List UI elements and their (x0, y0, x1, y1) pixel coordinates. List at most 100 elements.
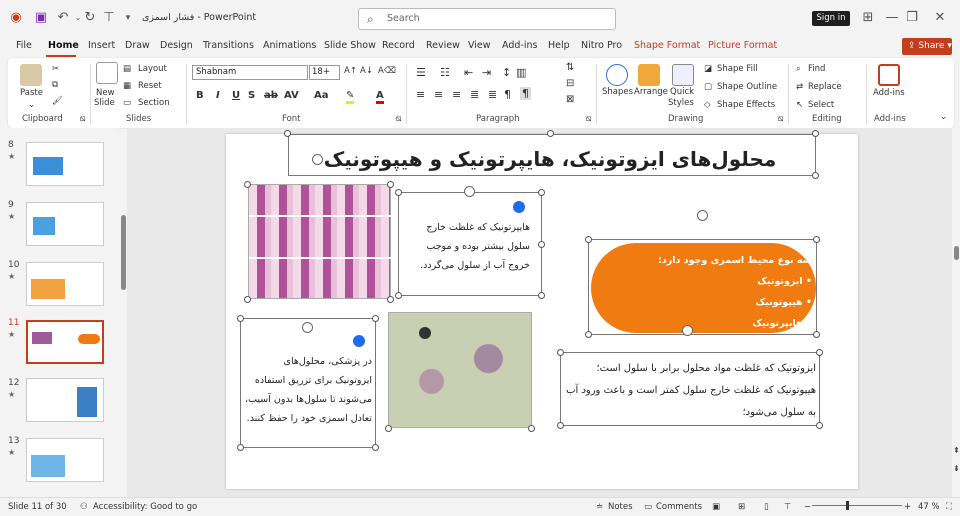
quick-styles-button[interactable]: Styles (668, 98, 694, 108)
shape-fill-button[interactable]: Shape Fill (717, 64, 758, 74)
paste-dropdown-icon[interactable]: ⌄ (28, 100, 35, 110)
tab-animations[interactable]: Animations (263, 40, 316, 51)
slide-thumbnail-13[interactable] (26, 438, 104, 482)
line-spacing-icon[interactable]: ↕ (502, 66, 511, 79)
rotate-handle-icon[interactable] (682, 325, 693, 336)
shape-outline-button[interactable]: Shape Outline (717, 82, 777, 92)
resize-handle[interactable] (244, 181, 251, 188)
shadow-icon[interactable]: S (248, 90, 255, 101)
resize-handle[interactable] (585, 331, 592, 338)
slide-thumbnail-10[interactable] (26, 262, 104, 306)
resize-handle[interactable] (538, 241, 545, 248)
resize-handle[interactable] (538, 189, 545, 196)
tab-review[interactable]: Review (426, 40, 460, 51)
resize-handle[interactable] (395, 189, 402, 196)
save-icon[interactable]: ▣ (33, 10, 49, 26)
smartart-icon[interactable]: ⊠ (566, 94, 574, 105)
tab-addins[interactable]: Add-ins (502, 40, 537, 51)
shapes-button[interactable]: Shapes (602, 87, 633, 97)
resize-handle[interactable] (244, 296, 251, 303)
zoom-in-icon[interactable]: + (904, 502, 911, 512)
rotate-handle-icon[interactable] (302, 322, 313, 333)
zoom-slider-thumb[interactable] (846, 501, 849, 510)
resize-handle[interactable] (395, 292, 402, 299)
cut-icon[interactable]: ✂ (52, 64, 59, 74)
clipboard-launcher-icon[interactable]: ⧅ (80, 114, 85, 124)
align-text-icon[interactable]: ⊟ (566, 78, 574, 89)
decrease-indent-icon[interactable]: ⇤ (464, 66, 473, 79)
resize-handle[interactable] (585, 236, 592, 243)
strikethrough-icon[interactable]: ab (264, 90, 278, 101)
adjust-handle-icon[interactable] (353, 335, 365, 347)
resize-handle[interactable] (385, 425, 392, 432)
hypertonic-text[interactable]: هایپرتونیک که غلظت خارج سلول بیشتر بوده … (408, 218, 530, 275)
decrease-font-icon[interactable]: A↓ (360, 66, 373, 76)
rotate-handle-icon[interactable] (697, 210, 708, 221)
tab-home[interactable]: Home (48, 40, 79, 51)
cell-image-hypertonic[interactable] (248, 184, 392, 299)
resize-handle[interactable] (813, 331, 820, 338)
shapes-icon[interactable] (606, 64, 628, 86)
tab-shape-format[interactable]: Shape Format (634, 40, 700, 51)
new-slide-label[interactable]: New (96, 88, 115, 98)
font-color-icon[interactable]: A (376, 90, 384, 104)
italic-icon[interactable]: I (216, 90, 220, 101)
resize-handle[interactable] (557, 422, 564, 429)
slideshow-icon[interactable]: ⊤ (784, 502, 791, 512)
normal-view-icon[interactable]: ▣ (712, 502, 720, 512)
reset-button[interactable]: Reset (138, 81, 162, 91)
zoom-level[interactable]: 47 % (918, 502, 940, 512)
rtl-icon[interactable]: ¶ (520, 87, 531, 100)
increase-font-icon[interactable]: A↑ (344, 66, 357, 76)
rotate-handle-icon[interactable] (464, 186, 475, 197)
change-case-icon[interactable]: Aa (314, 90, 329, 101)
tab-help[interactable]: Help (548, 40, 570, 51)
text-direction-icon[interactable]: ⇅ (566, 62, 574, 73)
tab-file[interactable]: File (16, 40, 32, 51)
resize-handle[interactable] (816, 349, 823, 356)
slide-title[interactable]: محلول‌های ایزوتونیک، هایپرتونیک و هیپوتو… (290, 143, 810, 175)
slide-thumbnail-8[interactable] (26, 142, 104, 186)
replace-button[interactable]: Replace (808, 82, 842, 92)
resize-handle[interactable] (816, 422, 823, 429)
resize-handle[interactable] (547, 130, 554, 137)
resize-handle[interactable] (812, 130, 819, 137)
resize-handle[interactable] (284, 130, 291, 137)
align-left-icon[interactable]: ≡ (416, 88, 425, 101)
resize-handle[interactable] (237, 444, 244, 451)
slide-thumbnail-9[interactable] (26, 202, 104, 246)
increase-indent-icon[interactable]: ⇥ (482, 66, 491, 79)
restore-icon[interactable]: ❐ (904, 10, 920, 26)
tab-view[interactable]: View (468, 40, 491, 51)
resize-handle[interactable] (538, 292, 545, 299)
ltr-icon[interactable]: ¶ (504, 88, 511, 101)
slide-thumbnail-12[interactable] (26, 378, 104, 422)
zoom-out-icon[interactable]: − (804, 502, 811, 512)
arrange-icon[interactable] (638, 64, 660, 86)
adjust-handle-icon[interactable] (513, 201, 525, 213)
scrollbar-thumb[interactable] (954, 246, 959, 260)
quick-styles-icon[interactable] (672, 64, 694, 86)
medical-text[interactable]: در پزشکی، محلول‌های ایزوتونیک برای تزریق… (244, 352, 372, 428)
undo-icon[interactable]: ↶ (55, 10, 71, 26)
align-right-icon[interactable]: ≡ (452, 88, 461, 101)
rotate-handle-icon[interactable] (312, 154, 323, 165)
tab-record[interactable]: Record (382, 40, 415, 51)
resize-handle[interactable] (372, 444, 379, 451)
addins-icon[interactable] (878, 64, 900, 86)
notes-button[interactable]: Notes (608, 502, 633, 512)
signin-button[interactable]: Sign in (812, 11, 850, 26)
resize-handle[interactable] (387, 296, 394, 303)
align-center-icon[interactable]: ≡ (434, 88, 443, 101)
comments-button[interactable]: Comments (656, 502, 702, 512)
paste-button[interactable]: Paste (20, 88, 43, 98)
tab-insert[interactable]: Insert (88, 40, 115, 51)
numbering-icon[interactable]: ☷ (440, 66, 450, 79)
quick-styles-label[interactable]: Quick (670, 87, 694, 97)
slide-thumbnail-11[interactable] (26, 320, 104, 364)
resize-handle[interactable] (528, 425, 535, 432)
tab-nitro-pro[interactable]: Nitro Pro (581, 40, 622, 51)
slide-scrollbar[interactable]: ⇞ ⇟ (953, 128, 960, 497)
zoom-slider[interactable] (812, 505, 902, 506)
close-icon[interactable]: ✕ (932, 10, 948, 26)
